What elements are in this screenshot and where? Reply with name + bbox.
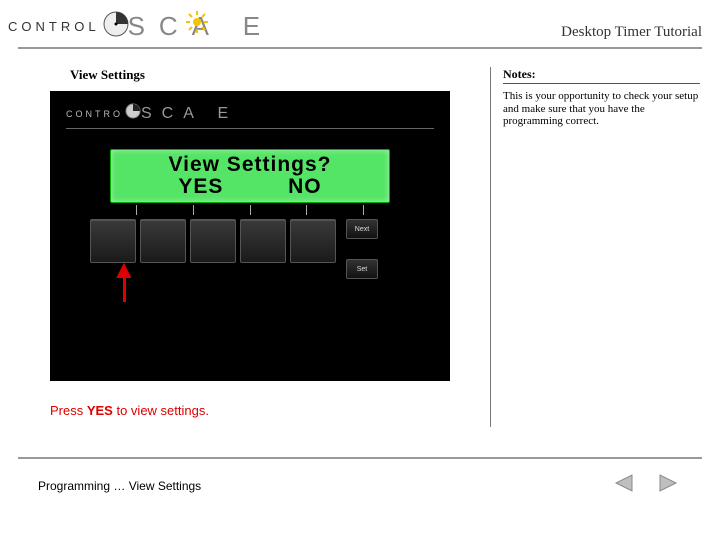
lcd-line1: View Settings? bbox=[111, 154, 389, 176]
footer: Programming … View Settings bbox=[0, 459, 720, 498]
hw-button-next[interactable]: Next bbox=[346, 219, 378, 239]
notes-panel: Notes: This is your opportunity to check… bbox=[490, 67, 700, 427]
instruction-suffix: to view settings. bbox=[113, 403, 209, 418]
lcd-ticks bbox=[110, 203, 390, 215]
lcd-display: View Settings? YES NO bbox=[110, 149, 390, 203]
device-logo-text1: CONTRO bbox=[66, 109, 123, 119]
lcd-option-yes: YES bbox=[178, 176, 223, 198]
logo-text-control: CONTROL bbox=[8, 19, 100, 34]
hw-button-3[interactable] bbox=[190, 219, 236, 263]
device-logo-text2: SCA E bbox=[141, 105, 238, 123]
instruction-text: Press YES to view settings. bbox=[50, 403, 480, 418]
device-screenshot: CONTRO SCA E View Settings? YES NO bbox=[50, 91, 450, 381]
header-title: Desktop Timer Tutorial bbox=[561, 24, 702, 43]
nav-arrows bbox=[612, 473, 680, 498]
hardware-button-row: Next Set ▲ bbox=[90, 219, 410, 279]
header: CONTROL SCA E bbox=[0, 0, 720, 47]
notes-body: This is your opportunity to check your s… bbox=[503, 90, 700, 128]
left-column: View Settings CONTRO SCA E View Settings… bbox=[50, 67, 480, 427]
device-divider bbox=[66, 128, 434, 129]
hw-button-2[interactable] bbox=[140, 219, 186, 263]
instruction-strong: YES bbox=[87, 403, 113, 418]
brand-logo: CONTROL SCA E bbox=[8, 10, 280, 43]
device-logo: CONTRO SCA E bbox=[66, 103, 434, 124]
device-clock-icon bbox=[125, 103, 141, 124]
section-heading: View Settings bbox=[70, 67, 480, 83]
clock-icon bbox=[102, 10, 130, 43]
next-arrow-icon[interactable] bbox=[654, 473, 680, 498]
breadcrumb: Programming … View Settings bbox=[38, 479, 201, 493]
notes-heading: Notes: bbox=[503, 67, 700, 84]
hw-button-set[interactable]: Set bbox=[346, 259, 378, 279]
hw-button-4[interactable] bbox=[240, 219, 286, 263]
hw-button-5[interactable] bbox=[290, 219, 336, 263]
instruction-prefix: Press bbox=[50, 403, 87, 418]
sun-icon bbox=[186, 11, 208, 38]
content-area: View Settings CONTRO SCA E View Settings… bbox=[0, 49, 720, 427]
prev-arrow-icon[interactable] bbox=[612, 473, 638, 498]
pointer-arrow-stem bbox=[123, 274, 126, 302]
lcd-option-no: NO bbox=[288, 176, 322, 198]
